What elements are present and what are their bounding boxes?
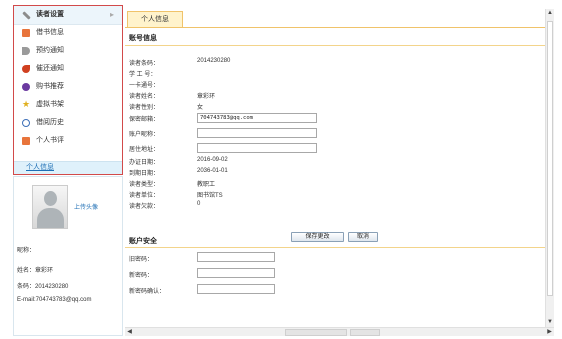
sidebar-item-label: 读者设置 bbox=[36, 11, 64, 18]
barcode-label: 读者条码： bbox=[129, 61, 160, 67]
clock-icon bbox=[22, 119, 30, 127]
sidebar-item-personal-info[interactable]: 个人信息 bbox=[14, 161, 122, 174]
sidebar-menu: 读者设置 ▸ 借书信息 预约通知 催还通知 购书推荐 ★ 虚拟书架 借阅历史 个… bbox=[13, 5, 123, 175]
expire-date-value: 2036-01-01 bbox=[197, 168, 228, 174]
profile-name: 姓名：章彩环 bbox=[17, 268, 54, 274]
profile-barcode: 条码：2014230280 bbox=[17, 284, 69, 290]
student-id-label: 学 工 号： bbox=[129, 72, 157, 78]
tab-divider bbox=[125, 27, 545, 28]
reader-debt-label: 读者欠款： bbox=[129, 204, 160, 210]
confirm-password-field[interactable] bbox=[197, 284, 275, 294]
scrollbar-thumb[interactable] bbox=[350, 329, 380, 336]
main-panel: 个人信息 账号信息 读者条码： 2014230280 学 工 号： 一卡通号： … bbox=[125, 9, 545, 327]
note-icon bbox=[22, 137, 30, 145]
sidebar-item-label: 个人书评 bbox=[36, 137, 64, 144]
sidebar-item-label: 虚拟书架 bbox=[36, 101, 64, 108]
scroll-right-icon[interactable]: ▶ bbox=[545, 328, 554, 336]
scrollbar-thumb[interactable] bbox=[547, 21, 553, 296]
barcode-value: 2014230280 bbox=[197, 58, 231, 64]
reader-unit-label: 读者单位： bbox=[129, 193, 160, 199]
avatar bbox=[32, 185, 68, 229]
sidebar-item-borrow-history[interactable]: 借阅历史 bbox=[14, 114, 122, 132]
gender-value: 女 bbox=[197, 105, 204, 111]
email-label: 保密邮箱： bbox=[129, 117, 160, 123]
sidebar-item-reader-settings[interactable]: 读者设置 ▸ bbox=[14, 6, 122, 25]
address-label: 居住地址： bbox=[129, 147, 160, 153]
section-divider bbox=[125, 45, 545, 46]
name-value: 章彩环 bbox=[197, 94, 216, 100]
horizontal-scrollbar[interactable]: ◀ ▶ bbox=[125, 327, 554, 336]
chevron-right-icon: ▸ bbox=[109, 10, 114, 19]
section-title-account: 账号信息 bbox=[129, 35, 157, 42]
section-divider bbox=[125, 247, 545, 248]
gender-label: 读者性别： bbox=[129, 105, 160, 111]
wrench-icon bbox=[22, 11, 31, 20]
new-password-label: 新密码： bbox=[129, 273, 154, 279]
issue-date-label: 办证日期： bbox=[129, 160, 160, 166]
reader-type-value: 教职工 bbox=[197, 182, 216, 188]
scroll-down-icon[interactable]: ▼ bbox=[546, 318, 554, 327]
vertical-scrollbar[interactable]: ▲ ▼ bbox=[545, 9, 554, 327]
name-label: 读者姓名： bbox=[129, 94, 160, 100]
avatar-body bbox=[37, 208, 64, 228]
book-icon bbox=[22, 29, 30, 37]
avatar-head bbox=[44, 191, 57, 206]
confirm-password-label: 新密码确认： bbox=[129, 289, 166, 295]
profile-panel: 上传头像 昵称： 姓名：章彩环 条码：2014230280 E-mail:704… bbox=[13, 176, 123, 336]
sidebar-item-label: 预约通知 bbox=[36, 47, 64, 54]
profile-nickname: 昵称： bbox=[17, 248, 36, 254]
speaker-icon bbox=[22, 47, 30, 55]
reader-debt-value: 0 bbox=[197, 201, 201, 207]
nickname-field[interactable] bbox=[197, 128, 317, 138]
sidebar-item-label: 个人信息 bbox=[26, 164, 54, 171]
email-field[interactable]: 704743783@qq.com bbox=[197, 113, 317, 123]
sidebar-item-book-review[interactable]: 个人书评 bbox=[14, 132, 122, 150]
tab-personal-info[interactable]: 个人信息 bbox=[127, 11, 183, 28]
old-password-field[interactable] bbox=[197, 252, 275, 262]
reader-type-label: 读者类型： bbox=[129, 182, 160, 188]
issue-date-value: 2016-09-02 bbox=[197, 157, 228, 163]
upload-avatar-link[interactable]: 上传头像 bbox=[74, 202, 98, 211]
sidebar-item-label: 催还通知 bbox=[36, 65, 64, 72]
section-title-security: 账户安全 bbox=[129, 238, 157, 245]
new-password-field[interactable] bbox=[197, 268, 275, 278]
cart-icon bbox=[22, 83, 30, 91]
scroll-left-icon[interactable]: ◀ bbox=[125, 328, 134, 336]
sidebar-item-label: 购书推荐 bbox=[36, 83, 64, 90]
scrollbar-thumb[interactable] bbox=[285, 329, 347, 336]
sidebar-item-borrow-info[interactable]: 借书信息 bbox=[14, 24, 122, 42]
profile-email: E-mail:704743783@qq.com bbox=[17, 297, 92, 303]
save-button[interactable]: 保存更改 bbox=[291, 232, 344, 242]
nickname-label: 账户昵称： bbox=[129, 132, 160, 138]
cancel-button[interactable]: 取消 bbox=[348, 232, 378, 242]
sidebar-item-overdue-notice[interactable]: 催还通知 bbox=[14, 60, 122, 78]
sidebar-item-label: 借书信息 bbox=[36, 29, 64, 36]
star-icon: ★ bbox=[22, 99, 31, 109]
scroll-up-icon[interactable]: ▲ bbox=[546, 9, 554, 18]
sidebar-item-label: 借阅历史 bbox=[36, 119, 64, 126]
sidebar-item-virtual-shelf[interactable]: ★ 虚拟书架 bbox=[14, 96, 122, 114]
old-password-label: 旧密码： bbox=[129, 257, 154, 263]
address-field[interactable] bbox=[197, 143, 317, 153]
card-number-label: 一卡通号： bbox=[129, 83, 160, 89]
sidebar-item-reservation-notice[interactable]: 预约通知 bbox=[14, 42, 122, 60]
reader-unit-value: 图书馆TS bbox=[197, 193, 223, 199]
alarm-icon bbox=[22, 65, 30, 73]
sidebar-item-purchase-recommend[interactable]: 购书推荐 bbox=[14, 78, 122, 96]
expire-date-label: 到期日期： bbox=[129, 171, 160, 177]
